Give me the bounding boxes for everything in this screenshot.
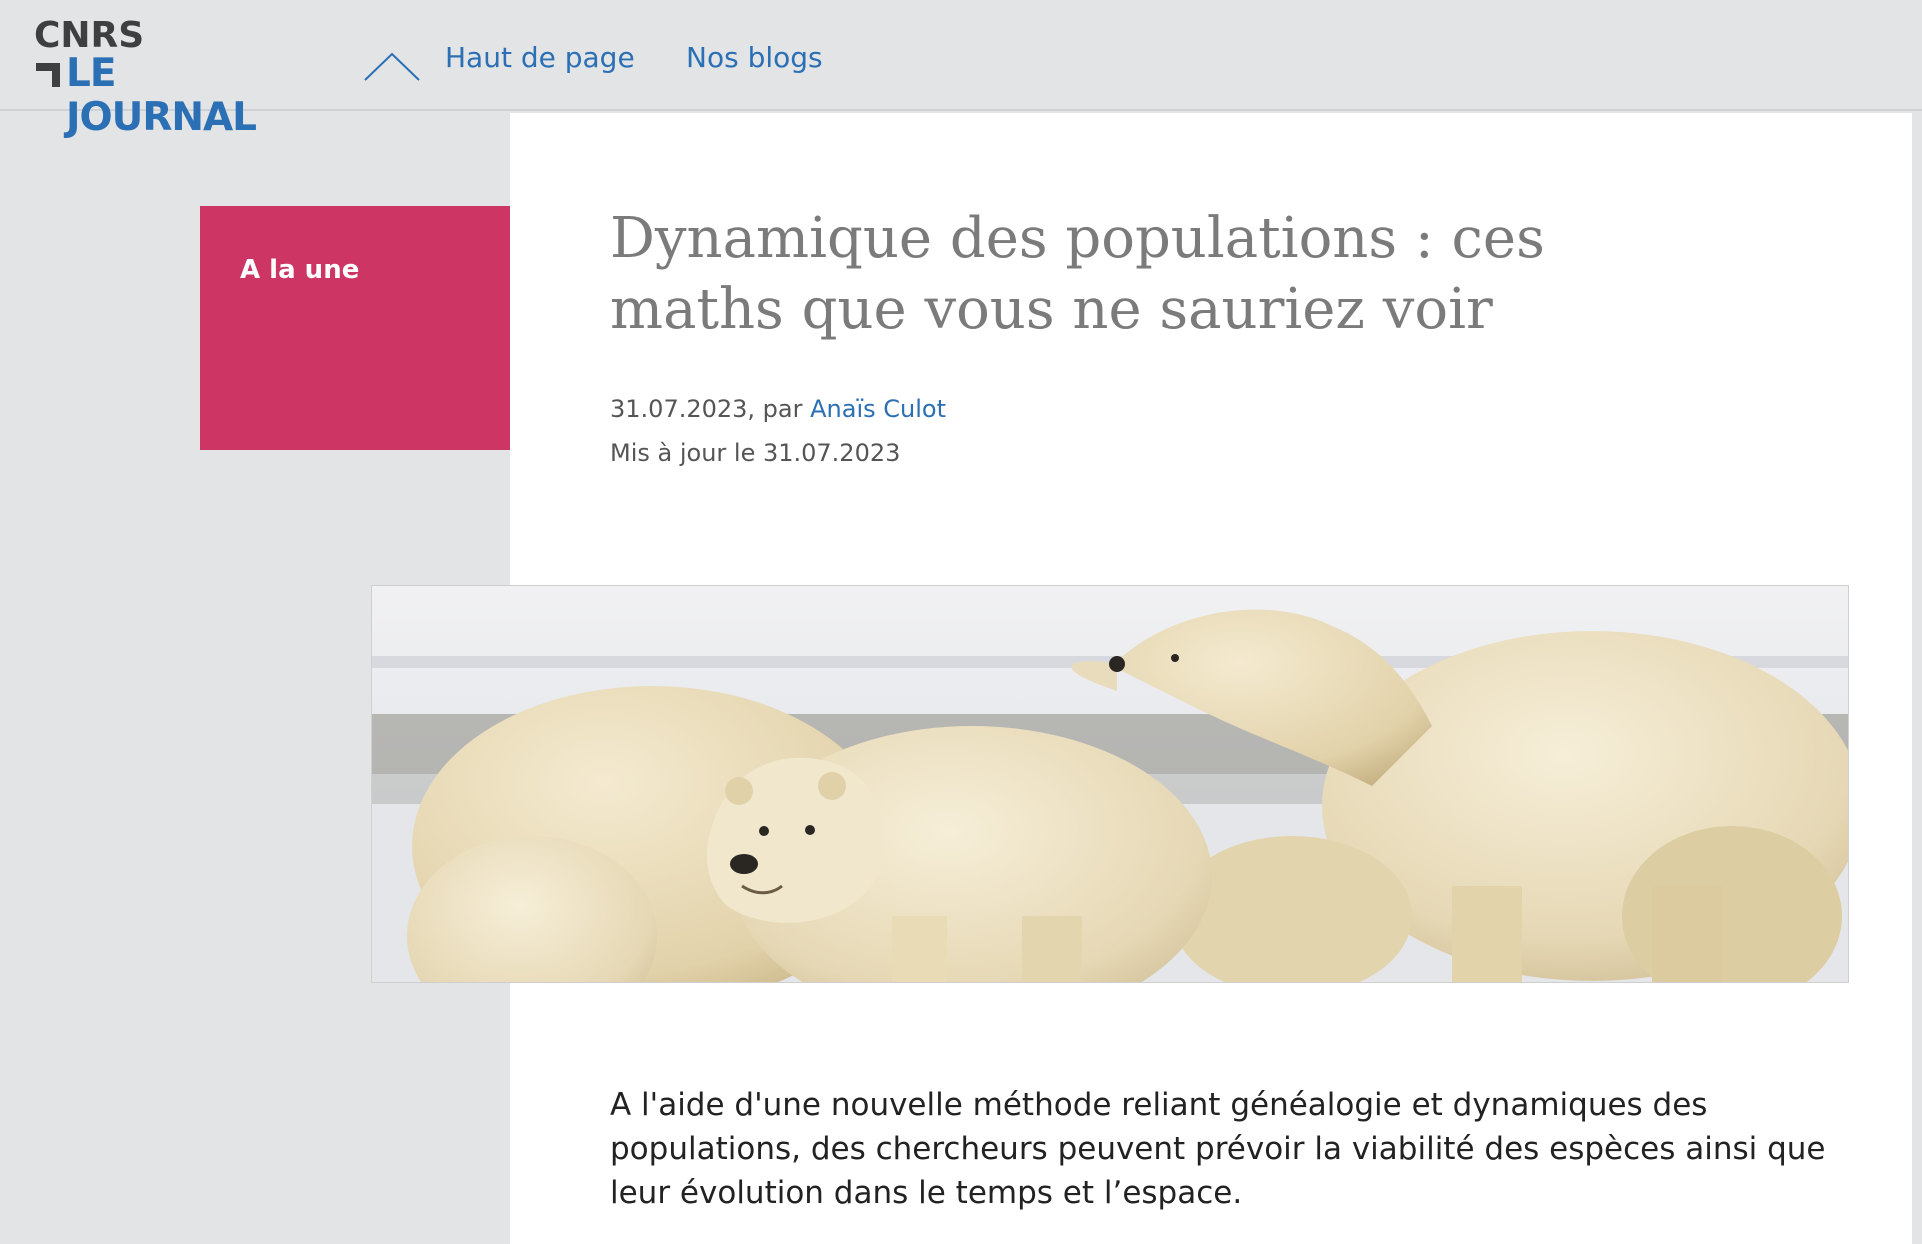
- rubric-badge[interactable]: A la une: [200, 206, 510, 450]
- logo-cnrs-text: CNRS: [34, 15, 145, 56]
- author-link[interactable]: Anaïs Culot: [810, 395, 946, 423]
- chevron-up-icon[interactable]: [363, 50, 421, 82]
- article-lead: A l'aide d'une nouvelle méthode reliant …: [610, 1087, 1826, 1211]
- article-title: Dynamique des populations : ces maths qu…: [610, 206, 1545, 342]
- logo-corner-mark-icon: [36, 63, 60, 87]
- article-updated: Mis à jour le 31.07.2023: [610, 439, 901, 467]
- cnrs-journal-logo[interactable]: CNRS LE JOURNAL: [34, 15, 304, 140]
- rubric-label: A la une: [240, 255, 360, 285]
- site-header: CNRS LE JOURNAL Haut de page Nos blogs: [0, 0, 1922, 140]
- our-blogs-link[interactable]: Nos blogs: [686, 38, 823, 78]
- article-date: 31.07.2023, par: [610, 395, 811, 423]
- back-to-top-link[interactable]: Haut de page: [445, 38, 635, 78]
- hero-image-polar-bears: [371, 585, 1849, 983]
- logo-journal-text: LE JOURNAL: [66, 51, 257, 140]
- article-byline: 31.07.2023, par Anaïs Culot: [610, 392, 946, 426]
